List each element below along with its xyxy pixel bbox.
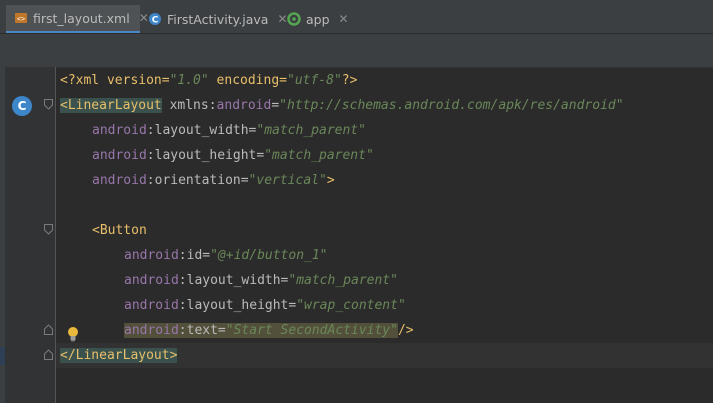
code-editor[interactable]: <?xml version="1.0" encoding="utf-8"?> <… xyxy=(56,67,713,403)
code-line-9: android:layout_width="match_parent" xyxy=(124,273,398,288)
xml-file-icon: <> xyxy=(14,11,28,25)
tab-label: FirstActivity.java xyxy=(167,11,269,27)
code-line-4: android:layout_height="match_parent" xyxy=(92,148,374,163)
editor-toolbar xyxy=(0,34,713,68)
tab-label: app xyxy=(306,11,330,27)
code-line-12: </LinearLayout> xyxy=(60,348,178,363)
gradle-module-icon xyxy=(287,12,301,26)
fold-close-icon[interactable] xyxy=(44,349,53,360)
code-line-5: android:orientation="vertical"> xyxy=(92,173,335,188)
code-line-1: <?xml version="1.0" encoding="utf-8"?> xyxy=(60,73,358,88)
class-icon[interactable]: C xyxy=(12,96,32,116)
code-line-2: <LinearLayout xmlns:android="http://sche… xyxy=(60,98,624,113)
close-icon[interactable]: ✕ xyxy=(339,12,349,26)
tab-app[interactable]: app ✕ xyxy=(279,5,355,33)
code-line-3: android:layout_width="match_parent" xyxy=(92,123,366,138)
tab-first-layout-xml[interactable]: <> first_layout.xml ✕ xyxy=(6,5,149,33)
svg-text:<>: <> xyxy=(17,15,25,23)
svg-text:C: C xyxy=(152,16,159,26)
fold-close-icon[interactable] xyxy=(44,324,53,335)
editor-tab-bar: <> first_layout.xml ✕ C FirstActivity.ja… xyxy=(0,5,713,34)
tab-label: first_layout.xml xyxy=(33,10,130,26)
lightbulb-icon[interactable] xyxy=(66,326,80,342)
code-line-7: <Button xyxy=(92,223,147,238)
fold-open-icon[interactable] xyxy=(44,99,53,110)
code-line-10: android:layout_height="wrap_content" xyxy=(124,298,406,313)
java-class-icon: C xyxy=(148,12,162,26)
code-line-8: android:id="@+id/button_1" xyxy=(124,248,328,263)
fold-open-icon[interactable] xyxy=(44,224,53,235)
tab-first-activity-java[interactable]: C FirstActivity.java ✕ xyxy=(140,5,288,33)
code-line-11: android:text="Start SecondActivity"/> xyxy=(124,323,414,338)
